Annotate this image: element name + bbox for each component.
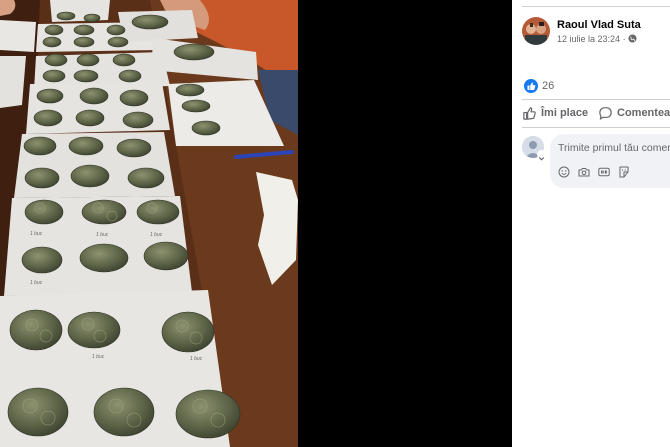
photo-label: 1 buc [30,280,43,286]
post-meta: 12 iulie la 23:24 · [557,34,637,44]
photo-label: 1 buc [190,356,203,362]
author-avatar[interactable] [522,17,550,45]
like-button-label: Îmi place [541,107,589,119]
author-name[interactable]: Raoul Vlad Suta [557,19,641,31]
comment-input-box[interactable]: Trimite primul tău comentariu... [550,134,670,188]
camera-icon[interactable] [578,165,590,183]
post-timestamp[interactable]: 12 iulie la 23:24 [557,34,620,44]
post-actions: Îmi place Comentează [522,104,670,124]
like-icon [524,79,538,93]
comment-input[interactable]: Trimite primul tău comentariu... [558,142,670,154]
actions-divider [522,127,670,128]
reactions-divider [522,99,670,100]
comment-icon [599,107,612,120]
chevron-down-icon[interactable] [537,150,546,161]
reaction-count: 26 [542,80,555,92]
photo-label: 1 buc [92,354,105,360]
photo-label: 1 buc [150,232,163,238]
globe-icon [628,34,637,43]
comment-button-label: Comentează [617,107,670,119]
post-photo-coins-on-paper: 1 buc 1 buc 1 buc 1 buc 1 buc 1 buc [0,0,298,447]
post-header: Raoul Vlad Suta 12 iulie la 23:24 · [522,17,670,49]
photo-label: 1 buc [96,232,109,238]
thumbs-up-icon [523,107,536,120]
comment-composer: Trimite primul tău comentariu... [522,134,670,194]
post-details-panel: Raoul Vlad Suta 12 iulie la 23:24 · 26 Î… [512,0,670,447]
sticker-icon[interactable] [618,165,630,183]
emoji-icon[interactable] [558,165,570,183]
photo-viewer[interactable]: 1 buc 1 buc 1 buc 1 buc 1 buc 1 buc [0,0,512,447]
photo-label: 1 buc [30,231,43,237]
panel-top-divider [522,6,670,7]
meta-separator: · [620,34,629,44]
gif-icon[interactable] [598,165,610,183]
